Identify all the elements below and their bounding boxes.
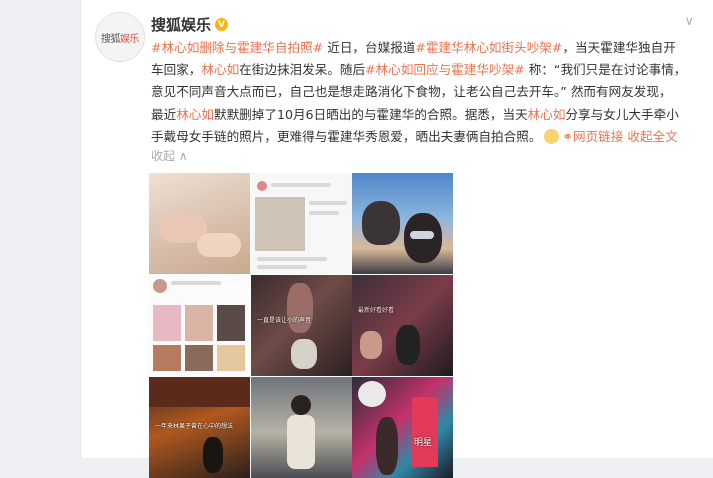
post-text-segment: 默默删掉了10月6日晒出的与霍建华的合照。据悉，当天	[213, 106, 528, 122]
post-text-segment: 称：“我们只是在讨论事情，	[524, 62, 687, 78]
topic-link[interactable]: 林心如	[176, 107, 214, 122]
post-text-segment: 最近	[151, 106, 177, 122]
post-text: #林心如删除与霍建华自拍照# 近日，台媒报道#霍建华林心如街头吵架#，当天霍建华…	[151, 37, 696, 148]
topic-link[interactable]: 林心如	[201, 62, 239, 77]
account-name[interactable]: 搜狐娱乐	[151, 14, 211, 35]
post-text-segment: 分享与女儿大手牵小	[565, 106, 679, 122]
photo-street-night[interactable]: 一直是该让小的声音	[251, 275, 352, 376]
post-text-segment: 在街边抹泪发呆。随后	[239, 62, 366, 78]
verified-badge-icon: V	[215, 18, 229, 31]
photo-caption: 一直是该让小的声音	[257, 317, 312, 324]
topic-link[interactable]: #霍建华林心如街头吵架#	[415, 40, 562, 55]
post-text-segment: 意见不同声音大点而已，自己也是想走路消化下食物，让老公自己去开车。” 然而有网友…	[151, 84, 672, 100]
photo-woman-walking[interactable]	[251, 377, 352, 478]
topic-link[interactable]: #林心如删除与霍建华自拍照#	[151, 40, 323, 55]
weibo-post-card: 搜狐 娱乐 搜狐娱乐 V ∨ #林心如删除与霍建华自拍照# 近日，台媒报道#霍建华…	[80, 0, 713, 478]
topic-link[interactable]: #林心如回应与霍建华吵架#	[365, 62, 525, 77]
collapse-full-text-link[interactable]: 收起全文	[627, 129, 677, 144]
photo-crying-street[interactable]: 最新好看好看	[352, 275, 453, 376]
collapse-text-button[interactable]: 收起 ∧	[151, 147, 188, 164]
post-text-segment: 车回家，	[151, 62, 202, 78]
photo-instagram-post[interactable]	[251, 173, 352, 274]
photo-shop-night[interactable]: 一年来林果子曾在心中的想法	[149, 377, 250, 478]
post-text-line: #林心如删除与霍建华自拍照# 近日，台媒报道#霍建华林心如街头吵架#，当天霍建华…	[151, 37, 696, 59]
post-text-segment: 近日，台媒报道	[323, 40, 416, 55]
post-text-line: 车回家，林心如在街边抹泪发呆。随后#林心如回应与霍建华吵架# 称：“我们只是在讨…	[151, 59, 696, 81]
photo-neon-street[interactable]: 明星	[352, 377, 453, 478]
face-emoji-icon	[544, 128, 560, 144]
photo-collage-weibo[interactable]	[149, 275, 250, 376]
topic-link[interactable]: 林心如	[528, 107, 566, 122]
neon-sign: 明星	[414, 438, 433, 448]
post-text-line: 意见不同声音大点而已，自己也是想走路消化下食物，让老公自己去开车。” 然而有网友…	[151, 81, 696, 103]
link-icon: ⚭	[562, 128, 573, 144]
photo-hands-bracelet[interactable]	[149, 173, 250, 274]
photo-couple-selfie[interactable]	[352, 173, 453, 274]
account-header: 搜狐娱乐 V	[151, 14, 229, 35]
photo-grid: 一直是该让小的声音 最新好看好看 一年来林果子曾在心中的想法 明星	[149, 173, 453, 478]
chevron-down-icon[interactable]: ∨	[684, 14, 694, 29]
photo-caption: 最新好看好看	[358, 307, 395, 314]
photo-caption: 一年来林果子曾在心中的想法	[155, 423, 234, 430]
account-avatar[interactable]: 搜狐 娱乐	[95, 12, 145, 62]
post-text-line: 最近林心如默默删掉了10月6日晒出的与霍建华的合照。据悉，当天林心如分享与女儿大…	[151, 104, 696, 126]
post-text-line: 手戴母女手链的照片，更难得与霍建华秀恩爱，晒出夫妻俩自拍合照。 ⚭网页链接 收起全…	[151, 126, 696, 148]
web-link[interactable]: 网页链接	[573, 129, 623, 144]
post-text-segment: 手戴母女手链的照片，更难得与霍建华秀恩爱，晒出夫妻俩自拍合照。	[151, 128, 542, 144]
post-text-segment: ，当天霍建华独自开	[562, 40, 676, 55]
